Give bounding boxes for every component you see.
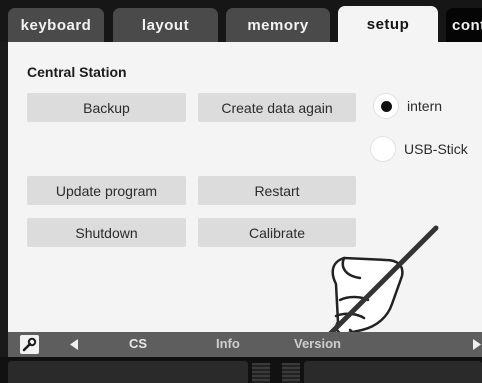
bottom-item-cs[interactable]: CS xyxy=(129,336,147,351)
wrench-glyph xyxy=(22,337,37,352)
scroll-right-icon[interactable] xyxy=(473,339,482,350)
footer-strip xyxy=(0,357,482,383)
bottom-bar: CS Info Version xyxy=(8,332,482,357)
hand-stylus-illustration xyxy=(315,225,439,349)
footer-grip-left[interactable] xyxy=(252,363,270,383)
wrench-icon[interactable] xyxy=(20,335,39,354)
footer-grip-right[interactable] xyxy=(282,363,300,383)
footer-slot-right xyxy=(304,361,482,383)
scroll-left-icon[interactable] xyxy=(70,339,79,350)
bottom-item-version[interactable]: Version xyxy=(294,336,341,351)
footer-slot-left xyxy=(8,361,248,383)
bottom-item-info[interactable]: Info xyxy=(216,336,240,351)
